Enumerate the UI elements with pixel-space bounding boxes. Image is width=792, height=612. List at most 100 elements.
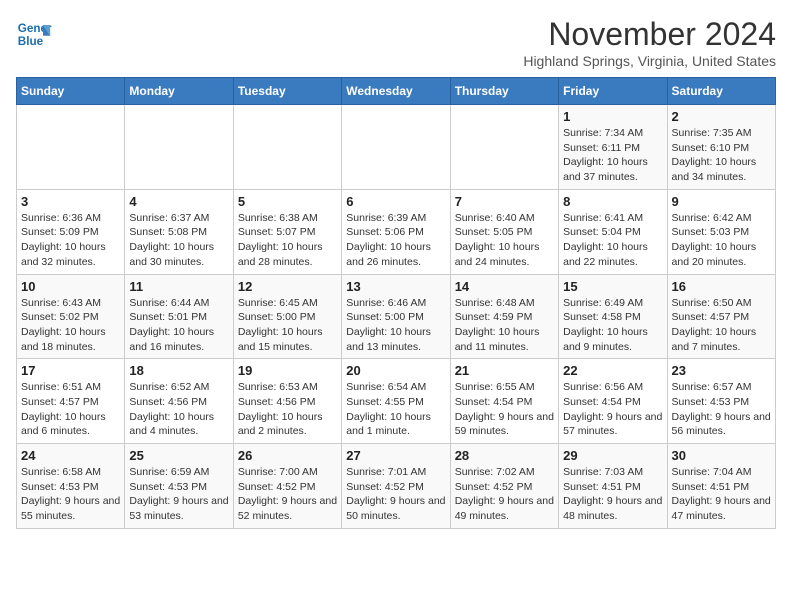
cell-day-number: 28 bbox=[455, 448, 554, 463]
calendar-cell: 15Sunrise: 6:49 AM Sunset: 4:58 PM Dayli… bbox=[559, 274, 667, 359]
cell-info: Sunrise: 6:58 AM Sunset: 4:53 PM Dayligh… bbox=[21, 465, 120, 524]
cell-info: Sunrise: 6:41 AM Sunset: 5:04 PM Dayligh… bbox=[563, 211, 662, 270]
title-block: November 2024 Highland Springs, Virginia… bbox=[523, 16, 776, 69]
cell-info: Sunrise: 6:39 AM Sunset: 5:06 PM Dayligh… bbox=[346, 211, 445, 270]
cell-info: Sunrise: 7:00 AM Sunset: 4:52 PM Dayligh… bbox=[238, 465, 337, 524]
calendar-cell bbox=[17, 105, 125, 190]
calendar-week-5: 24 Sunrise: 6:58 AM Sunset: 4:53 PM Dayli… bbox=[17, 444, 776, 529]
cell-day-number: 27 bbox=[346, 448, 445, 463]
cell-day-number: 3 bbox=[21, 194, 120, 209]
cell-day-number: 19 bbox=[238, 363, 337, 378]
calendar-cell: 26Sunrise: 7:00 AM Sunset: 4:52 PM Dayli… bbox=[233, 444, 341, 529]
calendar-cell bbox=[342, 105, 450, 190]
cell-info: Sunrise: 6:37 AM Sunset: 5:08 PM Dayligh… bbox=[129, 211, 228, 270]
cell-day-number: 29 bbox=[563, 448, 662, 463]
cell-info: Sunrise: 7:35 AM Sunset: 6:10 PM Dayligh… bbox=[672, 126, 771, 185]
cell-info: Sunrise: 6:53 AM Sunset: 4:56 PM Dayligh… bbox=[238, 380, 337, 439]
calendar-cell: 13 Sunrise: 6:46 AM Sunset: 5:00 PM Dayli… bbox=[342, 274, 450, 359]
month-title: November 2024 bbox=[523, 16, 776, 53]
cell-info: Sunrise: 6:49 AM Sunset: 4:58 PM Dayligh… bbox=[563, 296, 662, 355]
cell-info: Sunrise: 6:46 AM Sunset: 5:00 PM Dayligh… bbox=[346, 296, 445, 355]
location: Highland Springs, Virginia, United State… bbox=[523, 53, 776, 69]
calendar-cell: 10Sunrise: 6:43 AM Sunset: 5:02 PM Dayli… bbox=[17, 274, 125, 359]
calendar-cell: 11Sunrise: 6:44 AM Sunset: 5:01 PM Dayli… bbox=[125, 274, 233, 359]
cell-info: Sunrise: 7:04 AM Sunset: 4:51 PM Dayligh… bbox=[672, 465, 771, 524]
calendar-cell bbox=[125, 105, 233, 190]
cell-day-number: 6 bbox=[346, 194, 445, 209]
calendar-cell: 1 Sunrise: 7:34 AM Sunset: 6:11 PM Daylig… bbox=[559, 105, 667, 190]
calendar-cell: 4 Sunrise: 6:37 AM Sunset: 5:08 PM Daylig… bbox=[125, 189, 233, 274]
cell-day-number: 4 bbox=[129, 194, 228, 209]
cell-day-number: 30 bbox=[672, 448, 771, 463]
cell-info: Sunrise: 6:50 AM Sunset: 4:57 PM Dayligh… bbox=[672, 296, 771, 355]
svg-text:Blue: Blue bbox=[18, 35, 44, 48]
cell-info: Sunrise: 7:34 AM Sunset: 6:11 PM Dayligh… bbox=[563, 126, 662, 185]
day-header-tuesday: Tuesday bbox=[233, 78, 341, 105]
calendar-cell: 14 Sunrise: 6:48 AM Sunset: 4:59 PM Dayli… bbox=[450, 274, 558, 359]
cell-info: Sunrise: 6:51 AM Sunset: 4:57 PM Dayligh… bbox=[21, 380, 120, 439]
calendar-header-row: SundayMondayTuesdayWednesdayThursdayFrid… bbox=[17, 78, 776, 105]
cell-day-number: 25 bbox=[129, 448, 228, 463]
day-header-monday: Monday bbox=[125, 78, 233, 105]
calendar-cell: 29 Sunrise: 7:03 AM Sunset: 4:51 PM Dayli… bbox=[559, 444, 667, 529]
cell-day-number: 12 bbox=[238, 279, 337, 294]
cell-info: Sunrise: 6:55 AM Sunset: 4:54 PM Dayligh… bbox=[455, 380, 554, 439]
cell-info: Sunrise: 6:38 AM Sunset: 5:07 PM Dayligh… bbox=[238, 211, 337, 270]
cell-info: Sunrise: 6:48 AM Sunset: 4:59 PM Dayligh… bbox=[455, 296, 554, 355]
calendar-cell: 12 Sunrise: 6:45 AM Sunset: 5:00 PM Dayli… bbox=[233, 274, 341, 359]
calendar-cell: 27 Sunrise: 7:01 AM Sunset: 4:52 PM Dayli… bbox=[342, 444, 450, 529]
calendar-cell: 23Sunrise: 6:57 AM Sunset: 4:53 PM Dayli… bbox=[667, 359, 775, 444]
calendar-week-1: 1 Sunrise: 7:34 AM Sunset: 6:11 PM Daylig… bbox=[17, 105, 776, 190]
calendar-cell: 3 Sunrise: 6:36 AM Sunset: 5:09 PM Daylig… bbox=[17, 189, 125, 274]
calendar-cell: 21 Sunrise: 6:55 AM Sunset: 4:54 PM Dayli… bbox=[450, 359, 558, 444]
cell-day-number: 9 bbox=[672, 194, 771, 209]
cell-day-number: 1 bbox=[563, 109, 662, 124]
cell-day-number: 14 bbox=[455, 279, 554, 294]
calendar-cell: 17Sunrise: 6:51 AM Sunset: 4:57 PM Dayli… bbox=[17, 359, 125, 444]
calendar-cell bbox=[233, 105, 341, 190]
calendar-week-4: 17Sunrise: 6:51 AM Sunset: 4:57 PM Dayli… bbox=[17, 359, 776, 444]
cell-day-number: 20 bbox=[346, 363, 445, 378]
calendar-cell: 18Sunrise: 6:52 AM Sunset: 4:56 PM Dayli… bbox=[125, 359, 233, 444]
cell-day-number: 5 bbox=[238, 194, 337, 209]
cell-day-number: 21 bbox=[455, 363, 554, 378]
logo: General Blue bbox=[16, 16, 52, 52]
day-header-sunday: Sunday bbox=[17, 78, 125, 105]
calendar-cell: 28 Sunrise: 7:02 AM Sunset: 4:52 PM Dayli… bbox=[450, 444, 558, 529]
calendar-cell: 2Sunrise: 7:35 AM Sunset: 6:10 PM Daylig… bbox=[667, 105, 775, 190]
cell-info: Sunrise: 6:54 AM Sunset: 4:55 PM Dayligh… bbox=[346, 380, 445, 439]
day-header-thursday: Thursday bbox=[450, 78, 558, 105]
calendar-week-2: 3 Sunrise: 6:36 AM Sunset: 5:09 PM Daylig… bbox=[17, 189, 776, 274]
cell-day-number: 8 bbox=[563, 194, 662, 209]
cell-info: Sunrise: 6:36 AM Sunset: 5:09 PM Dayligh… bbox=[21, 211, 120, 270]
cell-day-number: 24 bbox=[21, 448, 120, 463]
cell-info: Sunrise: 6:59 AM Sunset: 4:53 PM Dayligh… bbox=[129, 465, 228, 524]
day-header-saturday: Saturday bbox=[667, 78, 775, 105]
cell-info: Sunrise: 7:02 AM Sunset: 4:52 PM Dayligh… bbox=[455, 465, 554, 524]
cell-info: Sunrise: 6:56 AM Sunset: 4:54 PM Dayligh… bbox=[563, 380, 662, 439]
calendar-cell: 16 Sunrise: 6:50 AM Sunset: 4:57 PM Dayli… bbox=[667, 274, 775, 359]
calendar-cell: 22 Sunrise: 6:56 AM Sunset: 4:54 PM Dayli… bbox=[559, 359, 667, 444]
cell-day-number: 23 bbox=[672, 363, 771, 378]
calendar-cell: 20 Sunrise: 6:54 AM Sunset: 4:55 PM Dayli… bbox=[342, 359, 450, 444]
calendar-cell: 5 Sunrise: 6:38 AM Sunset: 5:07 PM Daylig… bbox=[233, 189, 341, 274]
calendar-cell: 30 Sunrise: 7:04 AM Sunset: 4:51 PM Dayli… bbox=[667, 444, 775, 529]
calendar-cell: 24 Sunrise: 6:58 AM Sunset: 4:53 PM Dayli… bbox=[17, 444, 125, 529]
calendar-cell: 19 Sunrise: 6:53 AM Sunset: 4:56 PM Dayli… bbox=[233, 359, 341, 444]
page-header: General Blue November 2024 Highland Spri… bbox=[16, 16, 776, 69]
cell-info: Sunrise: 6:45 AM Sunset: 5:00 PM Dayligh… bbox=[238, 296, 337, 355]
calendar-cell bbox=[450, 105, 558, 190]
logo-icon: General Blue bbox=[16, 16, 52, 52]
cell-day-number: 11 bbox=[129, 279, 228, 294]
calendar-cell: 7 Sunrise: 6:40 AM Sunset: 5:05 PM Daylig… bbox=[450, 189, 558, 274]
cell-info: Sunrise: 7:01 AM Sunset: 4:52 PM Dayligh… bbox=[346, 465, 445, 524]
cell-day-number: 16 bbox=[672, 279, 771, 294]
cell-day-number: 7 bbox=[455, 194, 554, 209]
cell-info: Sunrise: 7:03 AM Sunset: 4:51 PM Dayligh… bbox=[563, 465, 662, 524]
calendar-week-3: 10Sunrise: 6:43 AM Sunset: 5:02 PM Dayli… bbox=[17, 274, 776, 359]
cell-day-number: 22 bbox=[563, 363, 662, 378]
calendar-cell: 25 Sunrise: 6:59 AM Sunset: 4:53 PM Dayli… bbox=[125, 444, 233, 529]
calendar-cell: 8 Sunrise: 6:41 AM Sunset: 5:04 PM Daylig… bbox=[559, 189, 667, 274]
cell-day-number: 13 bbox=[346, 279, 445, 294]
cell-info: Sunrise: 6:40 AM Sunset: 5:05 PM Dayligh… bbox=[455, 211, 554, 270]
